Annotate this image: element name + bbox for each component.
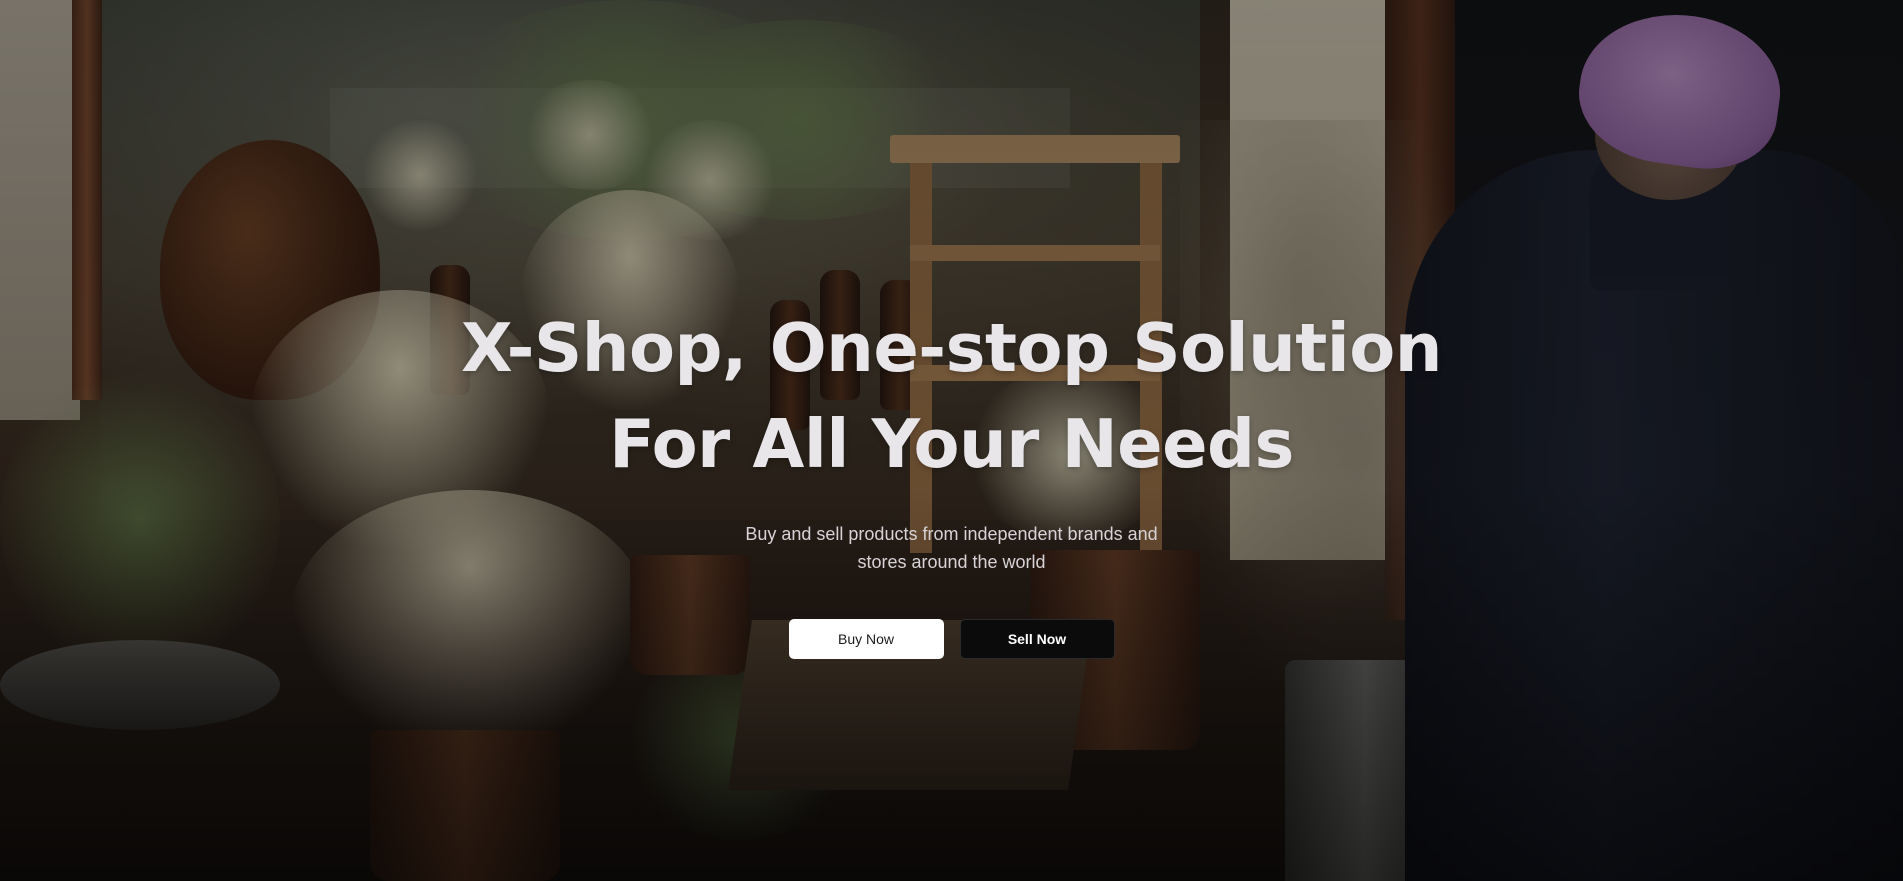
hero-headline-line2: For All Your Needs <box>609 405 1294 483</box>
hero-section: X-Shop, One-stop Solution For All Your N… <box>0 0 1903 881</box>
hero-content: X-Shop, One-stop Solution For All Your N… <box>0 0 1903 881</box>
hero-headline: X-Shop, One-stop Solution For All Your N… <box>460 300 1443 492</box>
hero-headline-line1: X-Shop, One-stop Solution <box>460 309 1443 387</box>
buy-now-button[interactable]: Buy Now <box>788 619 944 659</box>
hero-subtitle: Buy and sell products from independent b… <box>745 524 1158 572</box>
sell-now-button[interactable]: Sell Now <box>959 619 1115 659</box>
hero-cta-group: Buy Now Sell Now <box>788 619 1115 659</box>
